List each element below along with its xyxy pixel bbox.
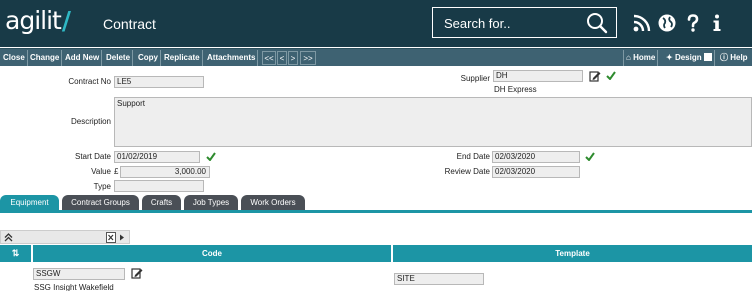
tab-equipment[interactable]: Equipment [0, 195, 59, 211]
edit-code-icon[interactable] [131, 267, 143, 279]
edit-supplier-icon[interactable] [589, 70, 601, 82]
code-column-header[interactable]: Code [33, 245, 391, 262]
supplier-label: Supplier [460, 74, 490, 83]
search-icon[interactable] [586, 12, 608, 34]
currency-symbol: £ [114, 167, 119, 176]
attachments-button[interactable]: Attachments [205, 50, 259, 66]
review-date-label: Review Date [444, 167, 490, 176]
row-template-field[interactable]: SITE [394, 273, 484, 285]
end-date-field[interactable]: 02/03/2020 [492, 151, 580, 163]
description-field[interactable]: Support [114, 97, 752, 147]
rss-icon[interactable] [632, 13, 652, 33]
start-date-label: Start Date [74, 152, 111, 161]
home-button[interactable]: ⌂ Home [623, 50, 659, 66]
start-date-field[interactable]: 01/02/2019 [114, 151, 200, 163]
row-code-name: SSG Insight Wakefield [34, 283, 114, 291]
contract-no-label: Contract No [68, 77, 111, 86]
agility-logo[interactable]: agilit/ [5, 6, 71, 35]
info-icon[interactable] [707, 13, 727, 33]
type-field[interactable] [114, 180, 204, 192]
end-date-label: End Date [456, 152, 490, 161]
design-button[interactable]: ✦ Design [664, 50, 715, 66]
tab-crafts[interactable]: Crafts [142, 195, 181, 211]
next-record-button[interactable]: > [288, 51, 298, 65]
globe-icon[interactable] [657, 13, 677, 33]
sort-column-header[interactable]: ⇅ [0, 245, 31, 262]
description-label: Description [70, 117, 111, 126]
contract-no-field[interactable]: LE5 [114, 76, 204, 88]
template-column-header[interactable]: Template [393, 245, 752, 262]
sort-icon: ⇅ [11, 248, 20, 258]
search-input[interactable]: Search for.. [444, 16, 510, 31]
delete-button[interactable]: Delete [104, 50, 134, 66]
start-date-valid-check-icon [206, 152, 216, 161]
last-record-button[interactable]: >> [300, 51, 316, 65]
app-header: agilit/ Contract Search for.. [0, 0, 752, 47]
collapse-up-icon[interactable] [4, 233, 13, 242]
review-date-field[interactable]: 02/03/2020 [492, 166, 580, 178]
end-date-valid-check-icon [585, 152, 595, 161]
add-new-button[interactable]: Add New [63, 50, 103, 66]
first-record-button[interactable]: << [262, 51, 276, 65]
value-label: Value [91, 167, 111, 176]
tab-contract-groups[interactable]: Contract Groups [62, 195, 139, 211]
type-label: Type [93, 182, 111, 191]
change-button[interactable]: Change [28, 50, 63, 66]
supplier-name: DH Express [494, 85, 537, 94]
supplier-field[interactable]: DH [493, 70, 583, 82]
previous-record-button[interactable]: < [277, 51, 287, 65]
help-question-icon[interactable] [683, 13, 703, 33]
copy-button[interactable]: Copy [136, 50, 161, 66]
wrench-icon: ✦ [666, 53, 673, 62]
value-field[interactable]: 3,000.00 [120, 166, 210, 178]
supplier-valid-check-icon [606, 71, 616, 80]
excel-export-icon[interactable] [106, 232, 116, 243]
close-button[interactable]: Close [1, 50, 28, 66]
grid-toolbar [0, 230, 130, 244]
tab-job-types[interactable]: Job Types [184, 195, 238, 211]
page-title: Contract [103, 16, 156, 32]
triangle-right-icon[interactable] [119, 234, 125, 241]
help-button[interactable]: ⓘ Help [718, 50, 750, 66]
tab-work-orders[interactable]: Work Orders [241, 195, 305, 211]
replicate-button[interactable]: Replicate [162, 50, 203, 66]
home-icon: ⌂ [626, 53, 631, 62]
toolbar: Close Change Add New Delete Copy Replica… [0, 48, 752, 66]
help-icon: ⓘ [720, 53, 728, 62]
tab-underline [0, 210, 752, 213]
design-toggle-box[interactable] [703, 53, 712, 61]
row-code-field[interactable]: SSGW [33, 268, 125, 280]
search-box[interactable]: Search for.. [432, 7, 617, 38]
